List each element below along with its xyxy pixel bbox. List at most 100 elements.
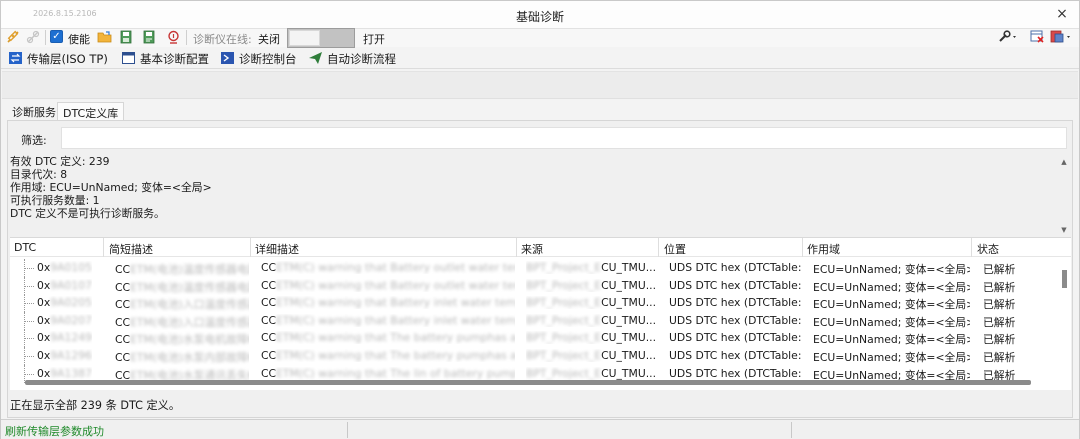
dtc-summary: 有效 DTC 定义: 239 目录代次: 8 作用域: ECU=UnNamed;… bbox=[10, 155, 1070, 235]
main-window: 2026.8.15.2106 基础诊断 × ✓ 使能 诊断仪在线: 关闭 打开 bbox=[0, 0, 1080, 439]
table-horizontal-scrollbar[interactable] bbox=[25, 380, 1031, 385]
dtc-code: 0x9A1296 bbox=[37, 349, 92, 362]
source: BPT_Project_ECU_TMU.... bbox=[526, 296, 656, 310]
column-divider[interactable] bbox=[658, 238, 659, 257]
column-header-dtc[interactable]: DTC bbox=[14, 241, 36, 254]
status-bar: 刷新传输层参数成功 bbox=[1, 419, 1079, 439]
summary-note: DTC 定义不是可执行诊断服务。 bbox=[10, 207, 165, 220]
source: BPT_Project_ECU_TMU.... bbox=[526, 349, 656, 362]
dtc-code: 0x9A1249 bbox=[37, 331, 92, 345]
detail-desc: CCETM(C) warning that Battery inlet wate… bbox=[261, 296, 515, 310]
filter-input[interactable] bbox=[61, 127, 1067, 149]
tab-diagnostic-console[interactable]: 诊断控制台 bbox=[217, 49, 301, 68]
table-row[interactable]: 0x9A0107 CCETM(电池)温度传感器电路低压K... CCETM(C)… bbox=[10, 276, 1060, 295]
column-divider[interactable] bbox=[971, 238, 972, 257]
source: BPT_Project_ECU_TMU.... bbox=[526, 366, 656, 380]
short-desc: CCETM(电池)水泵内部故障K... bbox=[115, 351, 249, 364]
tab-transport-layer[interactable]: 传输层(ISO TP) bbox=[5, 49, 112, 68]
scope: ECU=UnNamed; 变体=<全局> bbox=[813, 298, 970, 312]
status: 已解析 bbox=[983, 263, 1016, 276]
short-desc: CCETM(电池)水泵电机故障K... bbox=[115, 333, 249, 347]
column-header-status[interactable]: 状态 bbox=[977, 241, 999, 257]
detail-desc: CCETM(C) warning that Battery inlet wate… bbox=[261, 313, 515, 327]
online-toggle[interactable] bbox=[287, 28, 355, 48]
detail-desc: CCETM(C) warning that Battery outlet wat… bbox=[261, 261, 515, 274]
tree-line bbox=[24, 338, 34, 340]
transport-icon bbox=[9, 52, 22, 64]
status-divider bbox=[347, 422, 348, 438]
scope: ECU=UnNamed; 变体=<全局> bbox=[813, 315, 970, 329]
summary-service-count: 可执行服务数量: 1 bbox=[10, 194, 100, 207]
filter-label: 筛选: bbox=[21, 134, 47, 147]
detail-desc: CCETM(C) warning that The lin of battery… bbox=[261, 366, 515, 380]
location: UDS DTC hex (DTCTable:... bbox=[669, 331, 801, 345]
table-row[interactable]: 0x9A1249 CCETM(电池)水泵电机故障K... CCETM(C) wa… bbox=[10, 329, 1060, 348]
source: BPT_Project_ECU_TMU.... bbox=[526, 313, 656, 327]
toggle-knob[interactable] bbox=[289, 30, 320, 46]
clear-icon[interactable] bbox=[1029, 29, 1045, 45]
table-row[interactable]: 0x9A0105 CCETM(电池)温度传感器电路高压K... CCETM(C)… bbox=[10, 259, 1060, 277]
scroll-up-icon[interactable]: ▲ bbox=[1059, 157, 1069, 167]
toolbar-separator bbox=[45, 30, 46, 45]
save-as-icon[interactable] bbox=[141, 29, 157, 45]
enable-checkbox[interactable]: ✓ bbox=[50, 30, 63, 43]
detail-desc: CCETM(C) warning that The battery pumpha… bbox=[261, 331, 515, 345]
source: BPT_Project_ECU_TMU.... bbox=[526, 261, 656, 274]
save-icon[interactable] bbox=[118, 29, 134, 45]
tab-diagnostic-services[interactable]: 诊断服务 bbox=[7, 102, 61, 121]
open-folder-icon[interactable] bbox=[96, 29, 112, 45]
column-divider[interactable] bbox=[250, 238, 251, 257]
column-header-source[interactable]: 来源 bbox=[521, 241, 543, 257]
status-message: 刷新传输层参数成功 bbox=[5, 425, 104, 438]
status: 已解析 bbox=[983, 315, 1016, 329]
location: UDS DTC hex (DTCTable:... bbox=[669, 278, 801, 292]
tab-dtc-library[interactable]: DTC定义库 bbox=[57, 102, 125, 121]
status-divider bbox=[791, 422, 792, 438]
short-desc: CCETM(电池)温度传感器电路高压K... bbox=[115, 263, 249, 276]
location: UDS DTC hex (DTCTable:... bbox=[669, 261, 801, 274]
table-vertical-scrollbar[interactable] bbox=[1062, 270, 1067, 288]
tab-basic-diagnostic-config[interactable]: 基本诊断配置 bbox=[118, 49, 213, 68]
disconnect-icon[interactable] bbox=[25, 29, 41, 45]
table-row[interactable]: 0x9A1296 CCETM(电池)水泵内部故障K... CCETM(C) wa… bbox=[10, 347, 1060, 365]
table-row[interactable]: 0x9A0205 CCETM(电池)入口温度传感器高压K... CCETM(C)… bbox=[10, 294, 1060, 313]
column-divider[interactable] bbox=[516, 238, 517, 257]
read-icon[interactable] bbox=[165, 29, 181, 45]
column-header-scope[interactable]: 作用域 bbox=[807, 241, 840, 257]
column-header-location[interactable]: 位置 bbox=[664, 241, 686, 257]
scope: ECU=UnNamed; 变体=<全局> bbox=[813, 263, 970, 276]
scope: ECU=UnNamed; 变体=<全局> bbox=[813, 351, 970, 364]
column-divider[interactable] bbox=[103, 238, 104, 257]
status: 已解析 bbox=[983, 280, 1016, 294]
scroll-down-icon[interactable]: ▼ bbox=[1059, 225, 1069, 235]
column-divider[interactable] bbox=[802, 238, 803, 257]
title-bar: 2026.8.15.2106 基础诊断 × bbox=[1, 1, 1079, 29]
table-row[interactable]: 0x9A0207 CCETM(电池)入口温度传感器低压K... CCETM(C)… bbox=[10, 311, 1060, 330]
online-state: 关闭 bbox=[258, 33, 280, 46]
tab-label: 传输层(ISO TP) bbox=[27, 52, 108, 66]
window-icon bbox=[122, 52, 135, 64]
tree-line bbox=[24, 303, 34, 305]
dtc-code: 0x9A0205 bbox=[37, 296, 92, 310]
tree-line bbox=[24, 268, 34, 269]
close-button[interactable]: × bbox=[1053, 5, 1071, 23]
status: 已解析 bbox=[983, 351, 1016, 364]
location: UDS DTC hex (DTCTable:... bbox=[669, 313, 801, 327]
connect-icon[interactable] bbox=[5, 29, 21, 45]
column-header-detail-desc[interactable]: 详细描述 bbox=[255, 241, 299, 257]
dtc-code: 0x9A0105 bbox=[37, 261, 92, 274]
tree-line bbox=[24, 320, 34, 322]
column-header-short-desc[interactable]: 简短描述 bbox=[109, 241, 153, 257]
tab-label: 诊断服务 bbox=[12, 106, 56, 119]
table-status-text: 正在显示全部 239 条 DTC 定义。 bbox=[10, 399, 181, 412]
status: 已解析 bbox=[983, 298, 1016, 312]
source: BPT_Project_ECU_TMU.... bbox=[526, 278, 656, 292]
short-desc: CCETM(电池)入口温度传感器高压K... bbox=[115, 298, 249, 312]
location: UDS DTC hex (DTCTable:... bbox=[669, 349, 801, 362]
wrench-icon[interactable] bbox=[996, 29, 1020, 45]
tab-auto-diagnostic-flow[interactable]: 自动诊断流程 bbox=[305, 49, 400, 68]
layout-icon[interactable] bbox=[1049, 29, 1075, 45]
window-title: 基础诊断 bbox=[515, 10, 564, 24]
tree-line bbox=[24, 285, 34, 287]
table-header: DTC 简短描述 详细描述 来源 位置 作用域 状态 bbox=[10, 238, 1071, 257]
